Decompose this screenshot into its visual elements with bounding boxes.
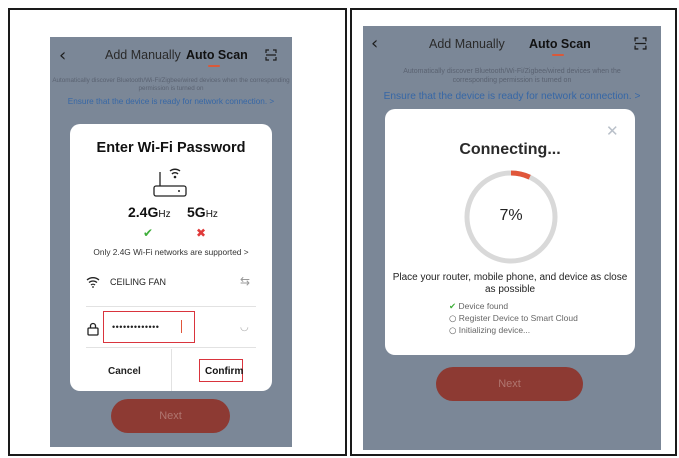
text-cursor [181, 320, 182, 333]
password-input[interactable]: ••••••••••••• [112, 322, 159, 332]
lock-icon [87, 322, 99, 336]
step-label: Register Device to Smart Cloud [458, 313, 578, 323]
back-arrow-icon[interactable]: ‹ [371, 33, 378, 54]
back-arrow-icon[interactable]: ‹ [59, 45, 66, 66]
advice-line1: Place your router, mobile phone, and dev… [392, 272, 628, 283]
scan-icon[interactable] [265, 49, 277, 61]
step-label: Device found [458, 301, 509, 311]
confirm-button[interactable]: Confirm [205, 366, 243, 377]
step-item: ○ Initializing device... [449, 325, 578, 337]
advice-line2: as possible [484, 284, 536, 295]
band-5-value: 5G [187, 204, 206, 220]
tab-active-indicator [208, 65, 220, 67]
check-icon: ✔ [143, 226, 154, 240]
button-divider [171, 349, 172, 391]
tab-auto-scan[interactable]: Auto Scan [186, 48, 248, 62]
eye-closed-icon[interactable]: ◡ [240, 322, 249, 333]
band-24-unit: Hz [158, 209, 171, 220]
tab-add-manually[interactable]: Add Manually [105, 48, 181, 62]
step-list: ✔ Device found ○ Register Device to Smar… [449, 301, 578, 337]
dialog-title: Enter Wi-Fi Password [96, 140, 246, 156]
divider [86, 347, 256, 348]
ensure-ready-link[interactable]: Ensure that the device is ready for netw… [363, 91, 661, 102]
step-item: ✔ Device found [449, 301, 578, 313]
right-phone-screen: ‹ Add Manually Auto Scan Automatically d… [363, 26, 661, 450]
connecting-dialog: ✕ Connecting... 7% Place your router, mo… [385, 109, 635, 355]
router-icon [153, 168, 187, 197]
band-5ghz: 5GHz [187, 204, 218, 220]
next-button[interactable]: Next [436, 367, 583, 401]
step-item: ○ Register Device to Smart Cloud [449, 313, 578, 325]
wifi-icon [86, 277, 100, 288]
step-check-icon: ✔ [449, 302, 457, 312]
right-header: ‹ Add Manually Auto Scan [363, 26, 661, 64]
cancel-button[interactable]: Cancel [108, 366, 141, 377]
step-pending-icon: ○ [449, 314, 457, 324]
divider [86, 306, 256, 307]
wifi-network-name: CEILING FAN [110, 277, 167, 287]
progress-percent: 7% [499, 207, 523, 224]
step-pending-icon: ○ [449, 326, 457, 336]
band-5-unit: Hz [205, 209, 218, 220]
cross-icon: ✖ [196, 226, 207, 240]
left-header: ‹ Add Manually Auto Scan [50, 37, 292, 75]
tab-auto-scan[interactable]: Auto Scan [529, 37, 591, 51]
ensure-ready-link[interactable]: Ensure that the device is ready for netw… [50, 97, 292, 106]
close-icon[interactable]: ✕ [606, 122, 619, 140]
step-label: Initializing device... [458, 325, 531, 335]
dialog-title: Connecting... [459, 141, 561, 158]
tab-add-manually[interactable]: Add Manually [429, 37, 505, 51]
switch-network-icon[interactable]: ⇆ [240, 274, 250, 288]
tab-active-indicator [552, 54, 564, 56]
next-button[interactable]: Next [111, 399, 230, 433]
scan-icon[interactable] [634, 37, 647, 50]
band-24ghz: 2.4GHz [128, 204, 171, 220]
left-phone-screen: ‹ Add Manually Auto Scan Automatically d… [50, 37, 292, 447]
band-24-value: 2.4G [128, 204, 159, 220]
auto-discover-hint-line2: corresponding permission is turned on [452, 77, 572, 84]
auto-discover-hint: Automatically discover Bluetooth/Wi-Fi/Z… [52, 77, 290, 92]
wifi-password-dialog: Enter Wi-Fi Password 2.4GHz 5GHz ✔ ✖ Onl… [70, 124, 272, 391]
supported-networks-note[interactable]: Only 2.4G Wi-Fi networks are supported > [70, 247, 272, 257]
auto-discover-hint-line1: Automatically discover Bluetooth/Wi-Fi/Z… [403, 68, 621, 75]
